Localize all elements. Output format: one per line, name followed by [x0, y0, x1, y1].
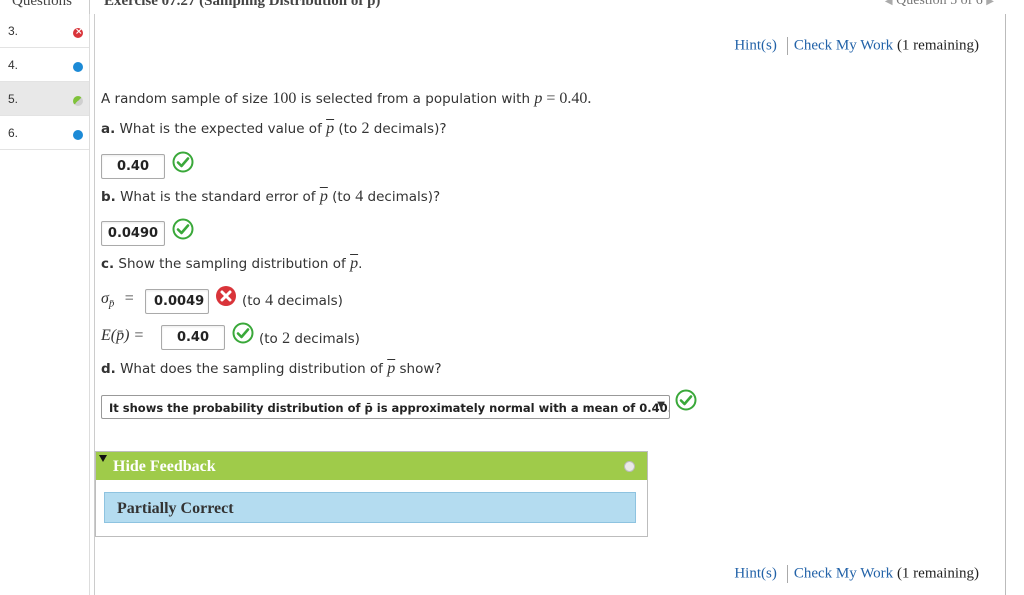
question-navigator[interactable]: ◀ Question 5 of 6 ▶ — [885, 0, 994, 10]
hint-bar-bottom: Hint(s) Check My Work (1 remaining) — [734, 565, 979, 583]
check-my-work-link[interactable]: Check My Work — [794, 37, 893, 53]
hint-bar-top: Hint(s) Check My Work (1 remaining) — [734, 37, 979, 55]
incorrect-status-icon — [73, 27, 83, 38]
hints-link[interactable]: Hint(s) — [734, 565, 777, 581]
correct-check-icon — [172, 151, 194, 173]
incorrect-x-icon — [216, 286, 236, 306]
part-b-answer-field[interactable]: 0.0490 — [101, 221, 165, 246]
unanswered-status-icon — [73, 62, 83, 72]
feedback-result: Partially Correct — [104, 492, 636, 523]
question-sidebar: 3. 4. 5. 6. — [0, 14, 90, 595]
expected-value-answer-field[interactable]: 0.40 — [161, 325, 225, 350]
collapse-triangle-icon[interactable] — [99, 455, 107, 462]
sidebar-item-6[interactable]: 6. — [0, 116, 89, 150]
check-my-work-link[interactable]: Check My Work — [794, 565, 893, 581]
unanswered-status-icon — [73, 130, 83, 140]
sidebar-item-4[interactable]: 4. — [0, 48, 89, 82]
questions-heading: Questions — [0, 0, 90, 14]
next-question-icon[interactable]: ▶ — [986, 0, 994, 7]
correct-check-icon — [675, 389, 697, 411]
feedback-panel: Hide Feedback Partially Correct — [95, 451, 648, 537]
prev-question-icon[interactable]: ◀ — [885, 0, 893, 7]
part-a-answer-field[interactable]: 0.40 — [101, 154, 165, 179]
feedback-header[interactable]: Hide Feedback — [96, 452, 647, 480]
selected-option: It shows the probability distribution of… — [109, 401, 670, 415]
part-a-prompt: a. What is the expected value of p (to 2… — [101, 120, 447, 137]
sigma-answer-field[interactable]: 0.0049 — [145, 289, 209, 314]
remaining-count: (1 remaining) — [896, 37, 979, 54]
correct-check-icon — [172, 218, 194, 240]
part-d-answer-select[interactable]: It shows the probability distribution of… — [101, 395, 670, 419]
part-c-prompt: c. Show the sampling distribution of p. — [101, 255, 363, 272]
part-b-prompt: b. What is the standard error of p (to 4… — [101, 188, 441, 205]
question-panel: Hint(s) Check My Work (1 remaining) A ran… — [94, 14, 1006, 595]
partial-status-icon — [73, 96, 83, 106]
part-d-prompt: d. What does the sampling distribution o… — [101, 360, 442, 377]
hints-link[interactable]: Hint(s) — [734, 37, 777, 53]
sidebar-item-5[interactable]: 5. — [0, 82, 89, 116]
question-position: Question 5 of 6 — [896, 0, 983, 8]
chevron-down-icon: ▼ — [657, 400, 665, 411]
correct-check-icon — [232, 322, 254, 344]
divider — [786, 565, 788, 583]
feedback-result-text: Partially Correct — [117, 500, 234, 517]
question-intro: A random sample of size 100 is selected … — [101, 90, 592, 107]
sigma-label: σp̄ = — [101, 290, 134, 310]
sidebar-item-label: 5. — [8, 92, 19, 106]
sigma-decimals-note: (to 4 decimals) — [242, 292, 343, 309]
hide-feedback-toggle[interactable]: Hide Feedback — [113, 458, 216, 476]
expected-value-label: E(p̄) = — [101, 327, 145, 344]
sidebar-item-label: 4. — [8, 58, 19, 72]
expected-value-decimals-note: (to 2 decimals) — [259, 330, 360, 347]
sidebar-item-label: 6. — [8, 126, 19, 140]
remaining-count: (1 remaining) — [896, 565, 979, 582]
sidebar-item-3[interactable]: 3. — [0, 14, 89, 48]
sidebar-item-label: 3. — [8, 24, 19, 38]
pin-icon[interactable] — [624, 461, 635, 472]
exercise-title: Exercise 07.27 (Sampling Distribution of… — [104, 0, 381, 9]
divider — [786, 37, 788, 55]
top-bar: Questions Exercise 07.27 (Sampling Distr… — [0, 0, 1024, 14]
